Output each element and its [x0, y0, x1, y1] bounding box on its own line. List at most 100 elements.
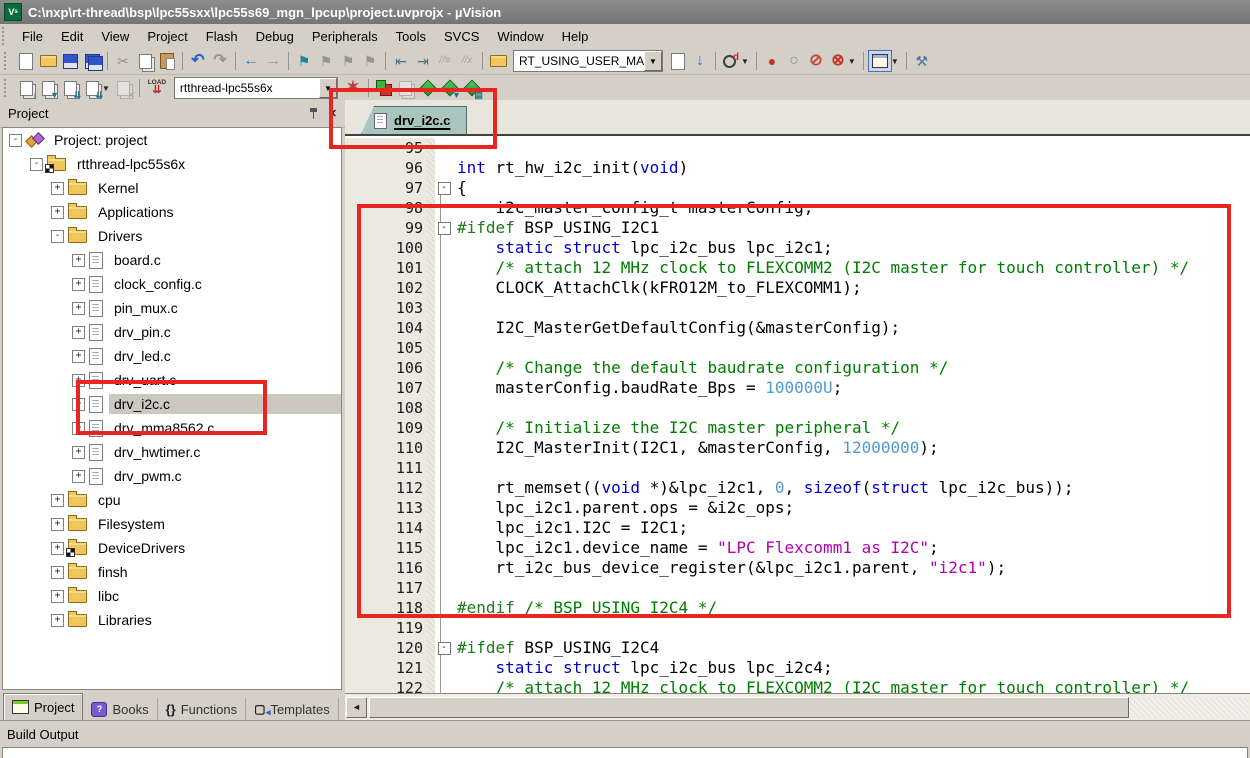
code-line[interactable]: 98 i2c_master_config_t masterConfig;: [345, 198, 1250, 218]
collapse-icon[interactable]: -: [51, 230, 64, 243]
code-line[interactable]: 118#endif /* BSP_USING_I2C4 */: [345, 598, 1250, 618]
translate-file-icon[interactable]: [15, 78, 37, 98]
menu-flash[interactable]: Flash: [197, 26, 247, 47]
uncomment-selection-icon[interactable]: //x: [456, 51, 478, 71]
copy-icon[interactable]: [134, 51, 156, 71]
tree-item-kernel[interactable]: +Kernel: [3, 176, 341, 200]
menubar-gripper[interactable]: [2, 27, 9, 45]
collapse-icon[interactable]: -: [30, 158, 43, 171]
find-icon-dropdown[interactable]: ▼: [741, 57, 749, 66]
tree-item-drv-hwtimer-c[interactable]: +drv_hwtimer.c: [3, 440, 341, 464]
configuration-wrench-icon[interactable]: ⚒: [911, 51, 933, 71]
menu-help[interactable]: Help: [553, 26, 598, 47]
stop-build-icon[interactable]: [113, 78, 135, 98]
save-icon[interactable]: [59, 51, 81, 71]
build-output-header[interactable]: Build Output: [0, 720, 1250, 747]
pack-installer-icon[interactable]: [461, 78, 483, 98]
expand-icon[interactable]: +: [72, 254, 85, 267]
find-in-files-icon[interactable]: [487, 51, 509, 71]
menu-tools[interactable]: Tools: [387, 26, 435, 47]
expand-icon[interactable]: +: [72, 326, 85, 339]
batch-build-icon-dropdown[interactable]: ▼: [102, 84, 110, 93]
tree-item-pin-mux-c[interactable]: +pin_mux.c: [3, 296, 341, 320]
tree-item-drv-pin-c[interactable]: +drv_pin.c: [3, 320, 341, 344]
expand-icon[interactable]: +: [51, 566, 64, 579]
tree-item-drv-pwm-c[interactable]: +drv_pwm.c: [3, 464, 341, 488]
tree-item-devicedrivers[interactable]: +DeviceDrivers: [3, 536, 341, 560]
code-line[interactable]: 111: [345, 458, 1250, 478]
code-line[interactable]: 102 CLOCK_AttachClk(kFRO12M_to_FLEXCOMM1…: [345, 278, 1250, 298]
target-options-icon[interactable]: ✶: [342, 78, 364, 98]
code-line[interactable]: 112 rt_memset((void *)&lpc_i2c1, 0, size…: [345, 478, 1250, 498]
code-line[interactable]: 108: [345, 398, 1250, 418]
tab-templates[interactable]: ▢Templates: [246, 698, 339, 720]
incremental-find-icon[interactable]: ↓: [689, 51, 711, 71]
rebuild-all-icon[interactable]: [59, 78, 81, 98]
tree-item-filesystem[interactable]: +Filesystem: [3, 512, 341, 536]
collapse-icon[interactable]: -: [9, 134, 22, 147]
code-line[interactable]: 109 /* Initialize the I2C master periphe…: [345, 418, 1250, 438]
expand-icon[interactable]: +: [72, 398, 85, 411]
tree-item-drivers[interactable]: -Drivers: [3, 224, 341, 248]
menu-peripherals[interactable]: Peripherals: [303, 26, 387, 47]
toolbar-gripper[interactable]: [4, 52, 11, 70]
expand-icon[interactable]: +: [51, 518, 64, 531]
code-line[interactable]: 113 lpc_i2c1.parent.ops = &i2c_ops;: [345, 498, 1250, 518]
fold-collapse-icon[interactable]: -: [438, 642, 451, 655]
tree-item-drv-mma8562-c[interactable]: +drv_mma8562.c: [3, 416, 341, 440]
scrollbar-thumb[interactable]: [369, 697, 1129, 718]
expand-icon[interactable]: +: [72, 374, 85, 387]
kill-all-breakpoints-icon[interactable]: ⊗: [827, 51, 849, 71]
tree-item-libc[interactable]: +libc: [3, 584, 341, 608]
expand-icon[interactable]: +: [51, 614, 64, 627]
code-line[interactable]: 121 static struct lpc_i2c_bus lpc_i2c4;: [345, 658, 1250, 678]
code-line[interactable]: 107 masterConfig.baudRate_Bps = 100000U;: [345, 378, 1250, 398]
tab-project[interactable]: Project: [3, 693, 83, 720]
debug-windows-icon[interactable]: [868, 50, 892, 72]
find-icon[interactable]: [720, 51, 742, 71]
undo-icon[interactable]: ↶: [187, 51, 209, 71]
tree-item-project-project[interactable]: -Project: project: [3, 128, 341, 152]
navigate-forward-icon[interactable]: →: [262, 51, 284, 71]
insert-bookmark-icon[interactable]: ⚑: [293, 51, 315, 71]
expand-icon[interactable]: +: [72, 446, 85, 459]
scroll-left-arrow-icon[interactable]: ◄: [346, 697, 367, 718]
expand-icon[interactable]: +: [51, 494, 64, 507]
find-in-files-next-icon[interactable]: [667, 51, 689, 71]
outdent-icon[interactable]: ⇤: [390, 51, 412, 71]
code-line[interactable]: 117: [345, 578, 1250, 598]
code-editor[interactable]: 9596int rt_hw_i2c_init(void)97-{98 i2c_m…: [345, 134, 1250, 696]
close-icon[interactable]: ✕: [328, 107, 337, 120]
menu-debug[interactable]: Debug: [247, 26, 303, 47]
manage-rte-icon[interactable]: [373, 78, 395, 98]
expand-icon[interactable]: +: [72, 302, 85, 315]
tree-item-libraries[interactable]: +Libraries: [3, 608, 341, 632]
fold-collapse-icon[interactable]: -: [438, 182, 451, 195]
menu-edit[interactable]: Edit: [52, 26, 92, 47]
define-combo-dropdown-icon[interactable]: ▼: [644, 51, 662, 71]
tree-item-drv-led-c[interactable]: +drv_led.c: [3, 344, 341, 368]
cut-icon[interactable]: ✂: [112, 51, 134, 71]
redo-icon[interactable]: ↷: [209, 51, 231, 71]
code-line[interactable]: 101 /* attach 12 MHz clock to FLEXCOMM2 …: [345, 258, 1250, 278]
target-select[interactable]: rtthread-lpc55s6x▼: [174, 77, 338, 99]
tree-item-drv-i2c-c[interactable]: +drv_i2c.c: [3, 392, 341, 416]
menu-project[interactable]: Project: [138, 26, 196, 47]
code-line[interactable]: 104 I2C_MasterGetDefaultConfig(&masterCo…: [345, 318, 1250, 338]
file-tab-drv-i2c[interactable]: drv_i2c.c: [361, 106, 467, 134]
tab-functions[interactable]: {}Functions: [158, 698, 247, 720]
code-line[interactable]: 105: [345, 338, 1250, 358]
expand-icon[interactable]: +: [51, 590, 64, 603]
new-file-icon[interactable]: [15, 51, 37, 71]
menu-svcs[interactable]: SVCS: [435, 26, 488, 47]
fold-collapse-icon[interactable]: -: [438, 222, 451, 235]
previous-bookmark-icon[interactable]: ⚑: [315, 51, 337, 71]
expand-icon[interactable]: +: [72, 350, 85, 363]
enable-disable-breakpoint-icon[interactable]: ○: [783, 51, 805, 71]
insert-breakpoint-icon[interactable]: ●: [761, 51, 783, 71]
batch-build-icon[interactable]: [81, 78, 103, 98]
code-line[interactable]: 106 /* Change the default baudrate confi…: [345, 358, 1250, 378]
next-bookmark-icon[interactable]: ⚑: [337, 51, 359, 71]
code-line[interactable]: 116 rt_i2c_bus_device_register(&lpc_i2c1…: [345, 558, 1250, 578]
menu-window[interactable]: Window: [488, 26, 552, 47]
